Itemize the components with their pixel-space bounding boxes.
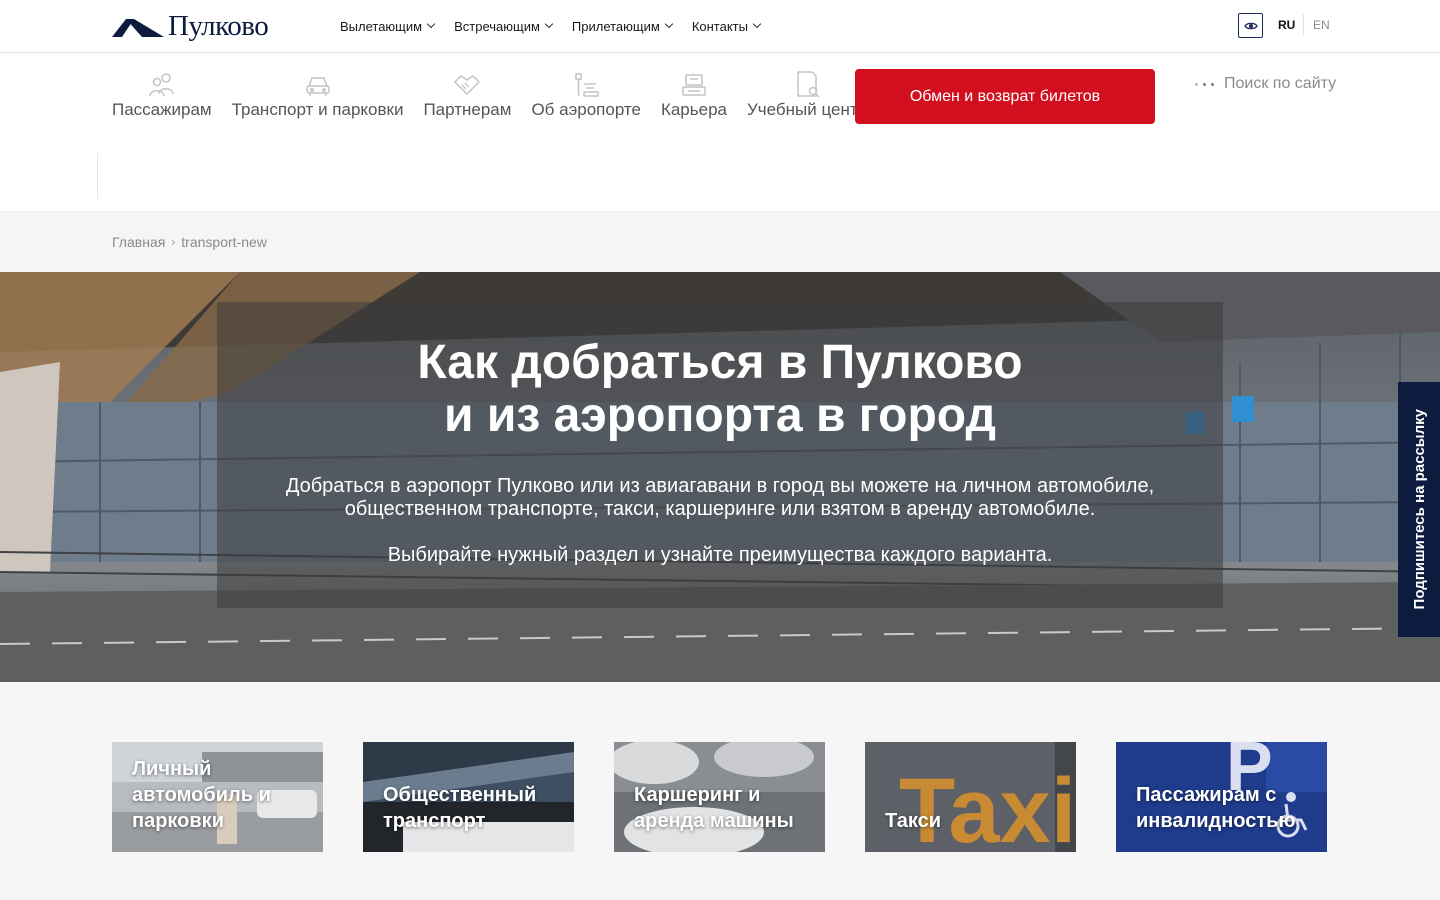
subscribe-label: Подпишитесь на рассылку xyxy=(1410,409,1428,610)
passengers-icon xyxy=(148,66,176,98)
eye-icon xyxy=(1243,22,1258,29)
mainnav-passengers[interactable]: Пассажирам xyxy=(112,66,212,120)
topnav-contacts-label: Контакты xyxy=(691,18,748,34)
card-public-transport-title: Общественный транспорт xyxy=(383,784,537,832)
mainnav-study[interactable]: Учебный центр xyxy=(747,66,867,120)
subscribe-tab[interactable]: Подпишитесь на рассылку xyxy=(1398,382,1440,637)
card-taxi-title: Такси xyxy=(885,810,942,832)
chevron-down-icon xyxy=(426,19,436,29)
career-icon xyxy=(680,66,708,98)
hero-description: Добраться в аэропорт Пулково или из авиа… xyxy=(217,475,1223,521)
breadcrumb: Главная › transport-new xyxy=(112,234,267,250)
mainnav-career-label: Карьера xyxy=(660,100,727,119)
card-personal-car[interactable]: Личный автомобиль и парковки xyxy=(112,742,323,852)
search-input[interactable] xyxy=(1224,75,1364,93)
taxi-sign-text: Taxi xyxy=(899,760,1076,852)
page-title: Как добраться в Пулково и из аэропорта в… xyxy=(217,336,1223,442)
breadcrumb-bar: Главная › transport-new xyxy=(0,211,1440,272)
hero-cta-text: Выбирайте нужный раздел и узнайте преиму… xyxy=(387,544,1053,566)
mainnav-transport-label: Транспорт и парковки xyxy=(231,100,404,119)
site-logo[interactable]: Пулково xyxy=(112,9,269,43)
breadcrumb-current: transport-new xyxy=(181,234,267,250)
mainnav-passengers-label: Пассажирам xyxy=(112,100,212,119)
hero-description-line1: Добраться в аэропорт Пулково или из авиа… xyxy=(285,475,1155,497)
breadcrumb-separator-icon: › xyxy=(171,235,176,249)
transport-cards: Личный автомобиль и парковки Общественны… xyxy=(112,742,1327,852)
study-icon xyxy=(794,66,820,98)
lang-ru[interactable]: RU xyxy=(1278,18,1295,32)
page-title-line2: и из аэропорта в город xyxy=(444,389,996,442)
topnav-meeting[interactable]: Встречающим xyxy=(454,18,554,34)
logo-mark-icon xyxy=(112,19,164,37)
topnav-arriving-label: Прилетающим xyxy=(571,18,660,34)
search-icon xyxy=(1195,82,1214,86)
taxi-sign-photo: Taxi xyxy=(865,742,1076,852)
mainnav-partners-label: Партнерам xyxy=(423,100,512,119)
exchange-tickets-button[interactable]: Обмен и возврат билетов xyxy=(855,69,1155,124)
airport-icon xyxy=(572,66,600,98)
page-title-line1: Как добраться в Пулково xyxy=(417,336,1023,389)
card-public-transport[interactable]: Общественный транспорт xyxy=(363,742,574,852)
divider xyxy=(97,153,98,199)
card-taxi[interactable]: Taxi Такси xyxy=(865,742,1076,852)
card-carsharing-title: Каршеринг и аренда машины xyxy=(634,784,794,832)
topnav-arriving[interactable]: Прилетающим xyxy=(571,18,674,34)
top-nav: Вылетающим Встречающим Прилетающим Конта… xyxy=(340,0,762,52)
topnav-departing[interactable]: Вылетающим xyxy=(340,18,436,34)
logo-text: Пулково xyxy=(168,10,269,42)
main-nav: Пассажирам Транспорт и парковки Партнера… xyxy=(112,66,867,120)
lang-divider xyxy=(1303,14,1304,36)
car-icon xyxy=(304,66,332,98)
site-search[interactable] xyxy=(1195,75,1364,93)
mainnav-partners[interactable]: Партнерам xyxy=(423,66,511,120)
card-personal-car-title: Личный автомобиль и парковки xyxy=(132,758,271,832)
chevron-down-icon xyxy=(544,19,554,29)
card-carsharing[interactable]: Каршеринг и аренда машины xyxy=(614,742,825,852)
card-disability[interactable]: P Пассажирам с инвалидностью xyxy=(1116,742,1327,852)
chevron-down-icon xyxy=(664,19,674,29)
topnav-meeting-label: Встречающим xyxy=(454,18,540,34)
mainnav-career[interactable]: Карьера xyxy=(661,66,727,120)
transport-options-section: Личный автомобиль и парковки Общественны… xyxy=(0,682,1440,900)
topnav-departing-label: Вылетающим xyxy=(340,18,423,34)
top-bar: Пулково Вылетающим Встречающим Прилетающ… xyxy=(0,0,1440,53)
hero-description-line2: общественном транспорте, такси, каршерин… xyxy=(344,498,1096,520)
handshake-icon xyxy=(453,66,481,98)
topnav-contacts[interactable]: Контакты xyxy=(691,18,762,34)
mainnav-transport[interactable]: Транспорт и парковки xyxy=(231,66,404,120)
card-disability-title: Пассажирам с инвалидностью xyxy=(1136,784,1296,832)
hero-banner: Как добраться в Пулково и из аэропорта в… xyxy=(0,272,1440,682)
chevron-down-icon xyxy=(752,19,762,29)
mainnav-about[interactable]: Об аэропорте xyxy=(531,66,641,120)
mainnav-about-label: Об аэропорте xyxy=(531,100,641,119)
mainnav-study-label: Учебный центр xyxy=(747,100,868,119)
breadcrumb-home[interactable]: Главная xyxy=(112,234,165,250)
lang-en[interactable]: EN xyxy=(1313,18,1330,32)
accessibility-button[interactable] xyxy=(1238,13,1263,38)
